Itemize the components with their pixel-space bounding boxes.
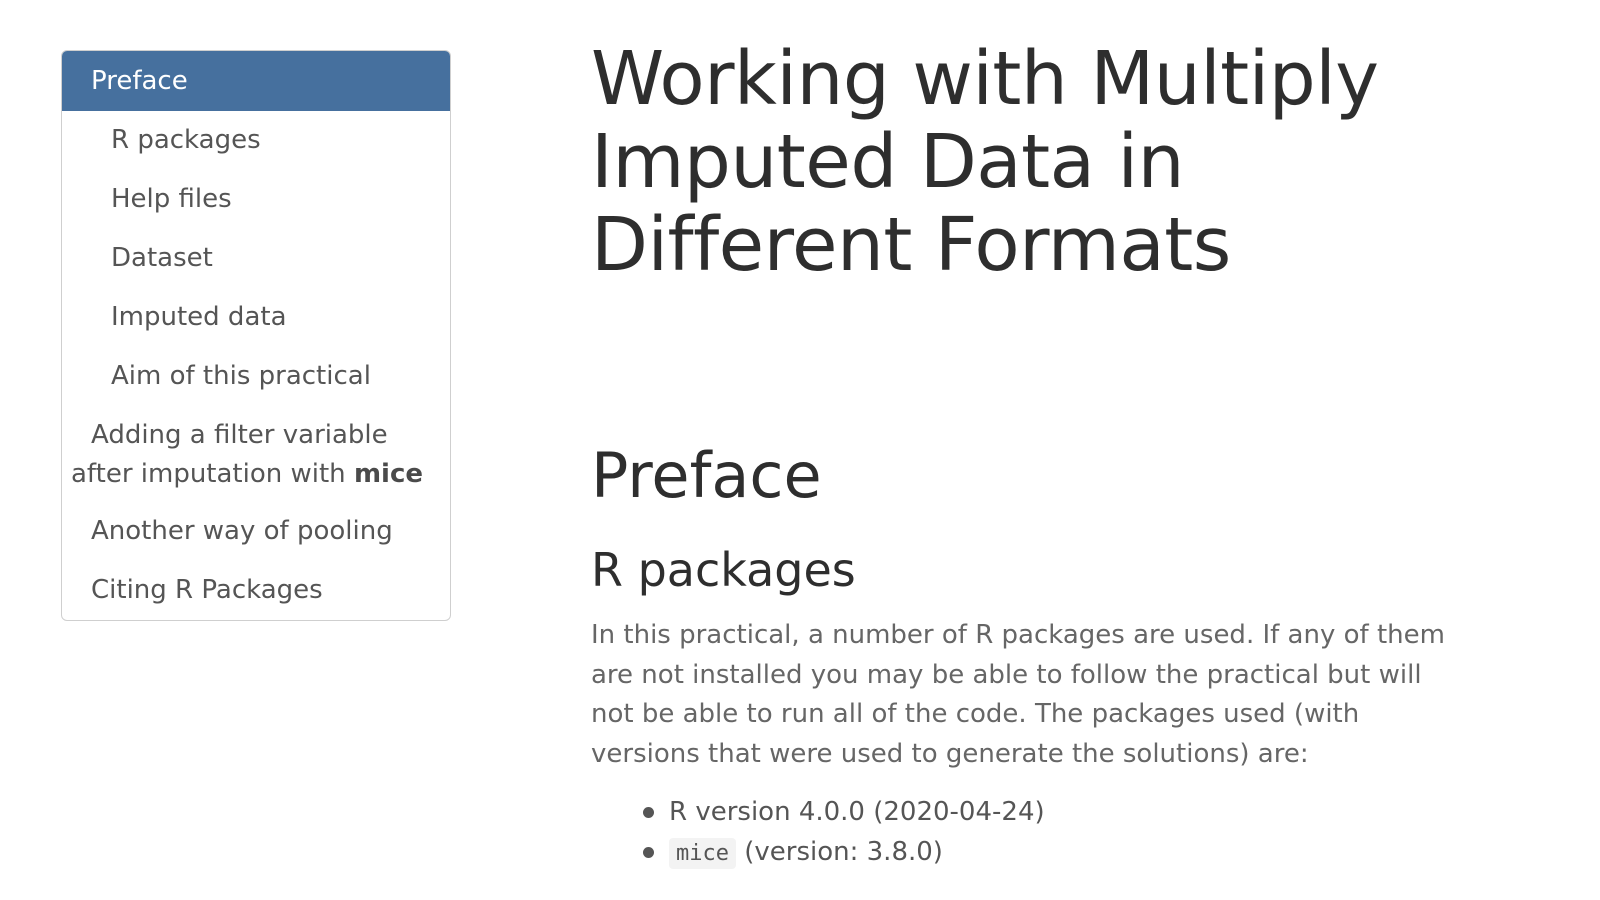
- toc-item-help-files[interactable]: Help files: [62, 170, 450, 229]
- toc-item-label: R packages: [111, 125, 261, 155]
- toc-item-preface[interactable]: Preface: [62, 51, 450, 111]
- toc-item-imputed-data[interactable]: Imputed data: [62, 288, 450, 347]
- title-line-1: Working with Multiply: [591, 36, 1379, 122]
- toc-item-label: Aim of this practical: [111, 361, 371, 391]
- list-item: mice (version: 3.8.0): [591, 832, 1045, 872]
- toc-item-label-line1: Adding a filter variable: [91, 420, 388, 450]
- table-of-contents: Preface R packages Help files Dataset Im…: [61, 50, 451, 621]
- toc-item-pooling[interactable]: Another way of pooling: [62, 502, 450, 561]
- package-list: R version 4.0.0 (2020-04-24) mice (versi…: [591, 792, 1045, 872]
- list-item-text: (version: 3.8.0): [735, 837, 943, 867]
- toc-item-filter-variable[interactable]: Adding a filter variable after imputatio…: [62, 406, 450, 502]
- section-heading-preface: Preface: [591, 439, 822, 512]
- subsection-heading-r-packages: R packages: [591, 543, 856, 597]
- main-content: Working with Multiply Imputed Data in Di…: [591, 38, 1471, 869]
- toc-item-label: Help files: [111, 184, 232, 214]
- bullet-icon: [643, 847, 654, 858]
- list-item-text: R version 4.0.0 (2020-04-24): [669, 797, 1045, 827]
- toc-item-label: Another way of pooling: [91, 516, 393, 546]
- list-item: R version 4.0.0 (2020-04-24): [591, 792, 1045, 832]
- toc-item-label-line2: after imputation with mice: [71, 455, 442, 494]
- title-line-2: Imputed Data in: [591, 119, 1185, 205]
- title-line-3: Different Formats: [591, 202, 1231, 288]
- toc-item-label: Imputed data: [111, 302, 287, 332]
- toc-item-label: Citing R Packages: [91, 575, 323, 605]
- toc-item-label: Dataset: [111, 243, 213, 273]
- toc-item-label-bold: mice: [353, 459, 423, 489]
- package-code: mice: [669, 838, 736, 869]
- document-title: Working with Multiply Imputed Data in Di…: [591, 38, 1471, 287]
- bullet-icon: [643, 807, 654, 818]
- toc-item-dataset[interactable]: Dataset: [62, 229, 450, 288]
- toc-item-label: Preface: [91, 66, 188, 96]
- toc-item-aim[interactable]: Aim of this practical: [62, 347, 450, 406]
- intro-paragraph: In this practical, a number of R package…: [591, 620, 1445, 769]
- toc-item-label-text: after imputation with: [71, 459, 354, 489]
- toc-item-r-packages[interactable]: R packages: [62, 111, 450, 170]
- toc-item-citing[interactable]: Citing R Packages: [62, 561, 450, 620]
